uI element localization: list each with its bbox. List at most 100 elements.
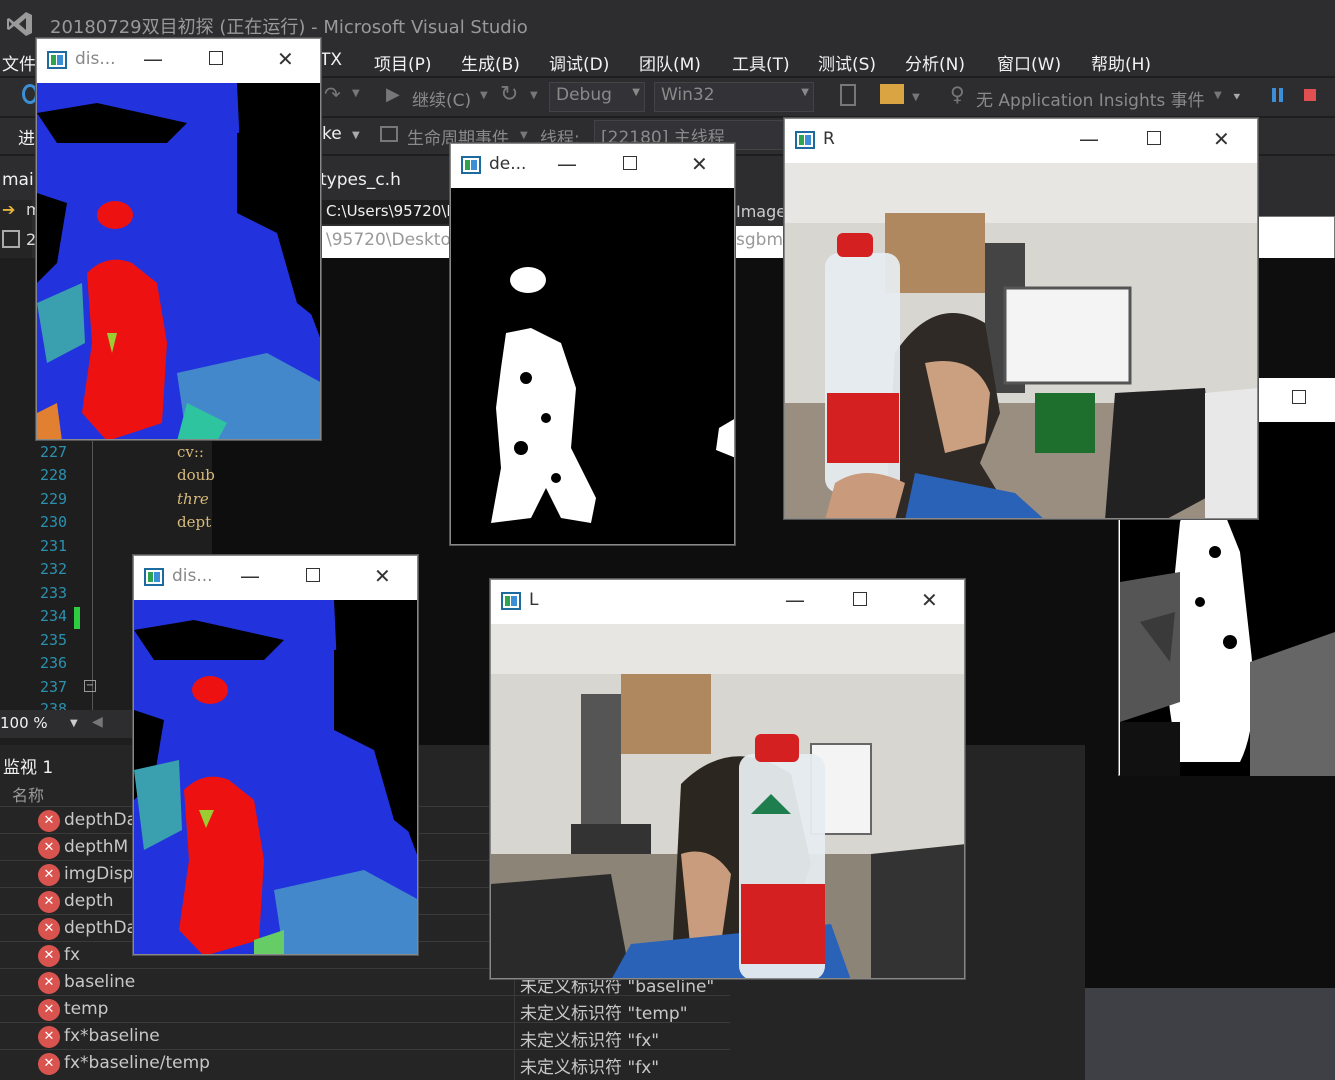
menu-analyze[interactable]: 分析(N): [905, 50, 965, 75]
error-icon: ✕: [38, 864, 60, 886]
folder-find-icon[interactable]: [880, 84, 904, 104]
close-icon[interactable]: ✕: [921, 588, 938, 612]
zoom-level-select[interactable]: 100 %: [0, 714, 48, 732]
collapse-icon[interactable]: −: [84, 680, 96, 692]
menu-help[interactable]: 帮助(H): [1091, 50, 1151, 75]
disparity-window-2[interactable]: dis... — ✕: [133, 555, 418, 955]
chevron-down-icon[interactable]: ▼: [912, 92, 920, 103]
opencv-window-icon: [461, 156, 481, 174]
window-titlebar[interactable]: de... — ✕: [451, 144, 734, 188]
right-camera-window[interactable]: R — ✕: [784, 118, 1258, 519]
chevron-down-icon[interactable]: ▼: [1214, 90, 1222, 101]
window-titlebar[interactable]: dis... — ✕: [134, 556, 417, 600]
minimize-icon[interactable]: —: [557, 152, 577, 176]
overflow-icon[interactable]: ⯆: [1232, 90, 1242, 105]
close-icon[interactable]: ✕: [1213, 127, 1230, 151]
menu-file[interactable]: 文件: [2, 50, 36, 75]
maximize-icon[interactable]: [1147, 131, 1161, 145]
menu-tools[interactable]: 工具(T): [732, 50, 790, 75]
error-icon: ✕: [38, 1053, 60, 1075]
maximize-icon[interactable]: [209, 51, 223, 65]
error-icon: ✕: [38, 945, 60, 967]
minimize-icon[interactable]: —: [1079, 127, 1099, 151]
maximize-icon[interactable]: [1292, 390, 1306, 404]
chevron-down-icon[interactable]: ▼: [530, 90, 538, 101]
disparity-window-1[interactable]: dis... — ✕: [36, 38, 321, 440]
menu-project[interactable]: 项目(P): [374, 50, 432, 75]
pause-icon[interactable]: [1272, 88, 1276, 102]
panel-gray-area: [1085, 988, 1335, 1080]
right-camera-image: [785, 163, 1257, 518]
minimize-icon[interactable]: —: [143, 47, 163, 71]
chevron-down-icon[interactable]: ▼: [480, 90, 488, 101]
continue-button[interactable]: 继续(C): [412, 86, 471, 111]
window-title: 20180729双目初探 (正在运行) - Microsoft Visual S…: [50, 17, 528, 38]
close-icon[interactable]: ✕: [691, 152, 708, 176]
code-line: cv::: [177, 443, 204, 461]
watch-name: fx: [64, 945, 81, 965]
device-icon[interactable]: [840, 84, 856, 106]
watch-name: fx*baseline: [64, 1026, 160, 1046]
close-icon[interactable]: ✕: [277, 47, 294, 71]
application-insights-button[interactable]: 无 Application Insights 事件: [976, 86, 1205, 111]
menu-tx[interactable]: TX: [320, 50, 342, 70]
depth-mask-image: [451, 188, 734, 544]
menu-build[interactable]: 生成(B): [461, 50, 520, 75]
watch-name: temp: [64, 999, 109, 1019]
watch-name: imgDisp: [64, 864, 134, 884]
grid-icon[interactable]: [2, 230, 20, 248]
chevron-down-icon[interactable]: ▼: [520, 130, 528, 141]
gutter-line: [92, 440, 93, 710]
menu-team[interactable]: 团队(M): [639, 50, 701, 75]
platform-value: Win32: [661, 85, 715, 105]
watch-name: baseline: [64, 972, 136, 992]
maximize-icon[interactable]: [623, 156, 637, 170]
code-line: dept: [177, 513, 212, 531]
minimize-icon[interactable]: —: [240, 564, 260, 588]
play-icon[interactable]: ▶: [386, 84, 400, 105]
depth-mask-window[interactable]: de... — ✕: [450, 143, 735, 545]
redo-icon[interactable]: ↷: [324, 82, 341, 106]
line-number: 230: [40, 513, 68, 531]
tab-types-c-h[interactable]: types_c.h: [320, 170, 401, 190]
screen: 20180729双目初探 (正在运行) - Microsoft Visual S…: [0, 0, 1335, 1080]
menu-test[interactable]: 测试(S): [818, 50, 876, 75]
watch-row[interactable]: ✕ temp 未定义标识符 "temp": [0, 995, 730, 1024]
file-path-field[interactable]: C:\Users\95720\D: [322, 200, 452, 224]
stop-icon[interactable]: [1304, 89, 1316, 101]
chevron-down-icon[interactable]: ▼: [352, 130, 360, 141]
scroll-left-icon[interactable]: ◀: [92, 714, 103, 730]
file-path-field-2[interactable]: \95720\Desktop: [322, 226, 452, 258]
stackframe-fragment: ke: [322, 124, 342, 144]
window-titlebar[interactable]: dis... — ✕: [37, 39, 320, 83]
zoom-bar: 100 % ▼ ◀: [0, 710, 135, 738]
line-number: 232: [40, 560, 68, 578]
restart-icon[interactable]: ↻: [500, 82, 518, 107]
window-titlebar[interactable]: L — ✕: [491, 580, 964, 624]
menu-window[interactable]: 窗口(W): [997, 50, 1061, 75]
chevron-down-icon[interactable]: ▼: [352, 88, 360, 99]
tab-main[interactable]: mair: [2, 170, 41, 190]
window-title: de...: [489, 154, 527, 174]
error-icon: ✕: [38, 837, 60, 859]
left-camera-window[interactable]: L — ✕: [490, 579, 965, 979]
platform-select[interactable]: Win32 ▼: [654, 82, 814, 112]
close-icon[interactable]: ✕: [374, 564, 391, 588]
watch-value: 未定义标识符 "temp": [520, 1004, 688, 1024]
window-title: dis...: [75, 49, 116, 69]
menu-debug[interactable]: 调试(D): [549, 50, 609, 75]
maximize-icon[interactable]: [853, 592, 867, 606]
minimize-icon[interactable]: —: [785, 588, 805, 612]
code-line: thre: [177, 490, 209, 508]
lifecycle-icon[interactable]: [380, 126, 398, 142]
watch-row[interactable]: ✕ fx*baseline 未定义标识符 "fx": [0, 1022, 730, 1051]
arrow-right-icon[interactable]: ➔: [2, 200, 15, 219]
window-titlebar[interactable]: R — ✕: [785, 119, 1257, 163]
watch-name: depthDa: [64, 918, 137, 938]
insights-icon[interactable]: ♀: [950, 82, 965, 106]
error-icon: ✕: [38, 810, 60, 832]
watch-row[interactable]: ✕ fx*baseline/temp 未定义标识符 "fx": [0, 1049, 730, 1078]
chevron-down-icon[interactable]: ▼: [70, 718, 78, 729]
solution-config-select[interactable]: Debug ▼: [549, 82, 645, 112]
maximize-icon[interactable]: [306, 568, 320, 582]
